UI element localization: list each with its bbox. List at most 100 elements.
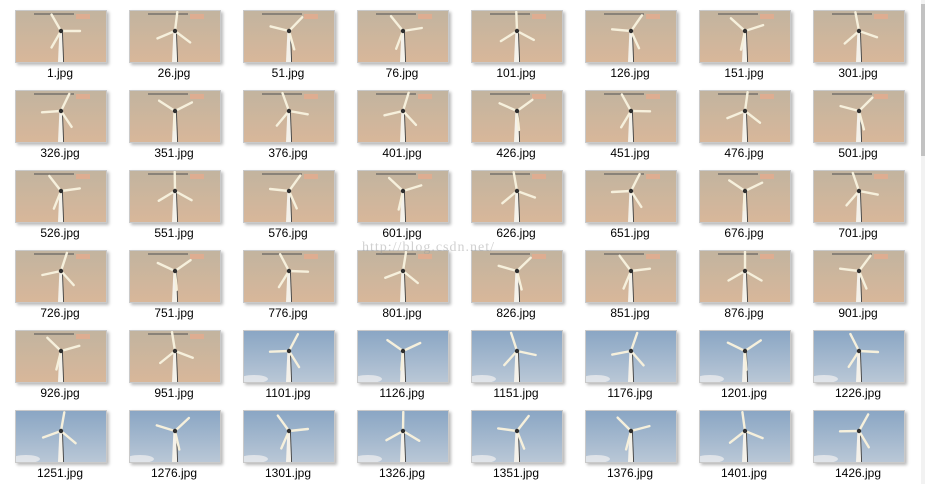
file-thumbnail[interactable] [357, 90, 449, 143]
file-name-label: 601.jpg [382, 226, 422, 240]
file-item[interactable]: 1401.jpg [698, 400, 812, 480]
file-item[interactable]: 1151.jpg [470, 320, 584, 400]
file-thumbnail[interactable] [15, 10, 107, 63]
file-thumbnail[interactable] [357, 410, 449, 463]
file-item[interactable]: 1326.jpg [356, 400, 470, 480]
file-item[interactable]: 126.jpg [584, 0, 698, 80]
file-thumbnail[interactable] [813, 90, 905, 143]
file-item[interactable]: 1201.jpg [698, 320, 812, 400]
file-item[interactable]: 1351.jpg [470, 400, 584, 480]
file-thumbnail[interactable] [243, 250, 335, 303]
file-item[interactable]: 551.jpg [128, 160, 242, 240]
file-thumbnail[interactable] [699, 410, 791, 463]
file-thumbnail[interactable] [129, 250, 221, 303]
file-item[interactable]: 951.jpg [128, 320, 242, 400]
file-item[interactable]: 51.jpg [242, 0, 356, 80]
file-item[interactable]: 76.jpg [356, 0, 470, 80]
file-thumbnail[interactable] [471, 410, 563, 463]
file-thumbnail[interactable] [699, 250, 791, 303]
file-thumbnail[interactable] [585, 410, 677, 463]
file-thumbnail[interactable] [15, 250, 107, 303]
file-thumbnail[interactable] [15, 170, 107, 223]
file-item[interactable]: 1.jpg [14, 0, 128, 80]
file-thumbnail[interactable] [129, 170, 221, 223]
file-thumbnail[interactable] [585, 170, 677, 223]
file-thumbnail[interactable] [471, 90, 563, 143]
file-item[interactable]: 926.jpg [14, 320, 128, 400]
vertical-scrollbar[interactable] [921, 0, 925, 484]
file-item[interactable]: 876.jpg [698, 240, 812, 320]
file-name-label: 476.jpg [724, 146, 764, 160]
file-item[interactable]: 301.jpg [812, 0, 925, 80]
file-item[interactable]: 351.jpg [128, 80, 242, 160]
file-item[interactable]: 526.jpg [14, 160, 128, 240]
file-thumbnail[interactable] [15, 330, 107, 383]
file-item[interactable]: 901.jpg [812, 240, 925, 320]
file-thumbnail[interactable] [699, 10, 791, 63]
file-item[interactable]: 326.jpg [14, 80, 128, 160]
file-thumbnail[interactable] [699, 170, 791, 223]
file-thumbnail[interactable] [699, 90, 791, 143]
file-name-label: 1126.jpg [379, 386, 425, 400]
file-thumbnail[interactable] [471, 10, 563, 63]
file-thumbnail[interactable] [471, 250, 563, 303]
file-thumbnail[interactable] [129, 10, 221, 63]
file-thumbnail[interactable] [813, 330, 905, 383]
file-item[interactable]: 751.jpg [128, 240, 242, 320]
file-thumbnail[interactable] [357, 170, 449, 223]
file-item[interactable]: 476.jpg [698, 80, 812, 160]
file-thumbnail[interactable] [813, 10, 905, 63]
file-thumbnail[interactable] [585, 10, 677, 63]
file-item[interactable]: 576.jpg [242, 160, 356, 240]
file-name-label: 301.jpg [838, 66, 878, 80]
file-item[interactable]: 1101.jpg [242, 320, 356, 400]
file-item[interactable]: 101.jpg [470, 0, 584, 80]
file-item[interactable]: 1226.jpg [812, 320, 925, 400]
file-item[interactable]: 26.jpg [128, 0, 242, 80]
file-thumbnail[interactable] [813, 250, 905, 303]
file-item[interactable]: 1426.jpg [812, 400, 925, 480]
file-item[interactable]: 676.jpg [698, 160, 812, 240]
file-thumbnail[interactable] [585, 250, 677, 303]
scrollbar-thumb[interactable] [921, 4, 925, 156]
file-thumbnail[interactable] [357, 10, 449, 63]
file-item[interactable]: 1276.jpg [128, 400, 242, 480]
file-item[interactable]: 601.jpg [356, 160, 470, 240]
file-item[interactable]: 376.jpg [242, 80, 356, 160]
file-item[interactable]: 426.jpg [470, 80, 584, 160]
file-item[interactable]: 651.jpg [584, 160, 698, 240]
file-thumbnail[interactable] [357, 250, 449, 303]
file-item[interactable]: 151.jpg [698, 0, 812, 80]
file-thumbnail[interactable] [243, 330, 335, 383]
file-item[interactable]: 1301.jpg [242, 400, 356, 480]
file-item[interactable]: 1251.jpg [14, 400, 128, 480]
file-item[interactable]: 1176.jpg [584, 320, 698, 400]
file-thumbnail[interactable] [243, 10, 335, 63]
file-item[interactable]: 776.jpg [242, 240, 356, 320]
file-item[interactable]: 401.jpg [356, 80, 470, 160]
file-thumbnail[interactable] [129, 330, 221, 383]
file-item[interactable]: 501.jpg [812, 80, 925, 160]
file-thumbnail[interactable] [15, 410, 107, 463]
file-thumbnail[interactable] [129, 410, 221, 463]
file-thumbnail[interactable] [699, 330, 791, 383]
file-thumbnail[interactable] [585, 90, 677, 143]
file-thumbnail[interactable] [357, 330, 449, 383]
file-item[interactable]: 1126.jpg [356, 320, 470, 400]
file-item[interactable]: 701.jpg [812, 160, 925, 240]
file-item[interactable]: 1376.jpg [584, 400, 698, 480]
file-thumbnail[interactable] [243, 410, 335, 463]
file-item[interactable]: 726.jpg [14, 240, 128, 320]
file-thumbnail[interactable] [129, 90, 221, 143]
file-item[interactable]: 626.jpg [470, 160, 584, 240]
file-thumbnail[interactable] [585, 330, 677, 383]
file-thumbnail[interactable] [813, 170, 905, 223]
file-thumbnail[interactable] [243, 90, 335, 143]
file-item[interactable]: 851.jpg [584, 240, 698, 320]
file-item[interactable]: 451.jpg [584, 80, 698, 160]
file-thumbnail[interactable] [15, 90, 107, 143]
file-thumbnail[interactable] [471, 330, 563, 383]
file-thumbnail[interactable] [243, 170, 335, 223]
file-thumbnail[interactable] [471, 170, 563, 223]
file-thumbnail[interactable] [813, 410, 905, 463]
